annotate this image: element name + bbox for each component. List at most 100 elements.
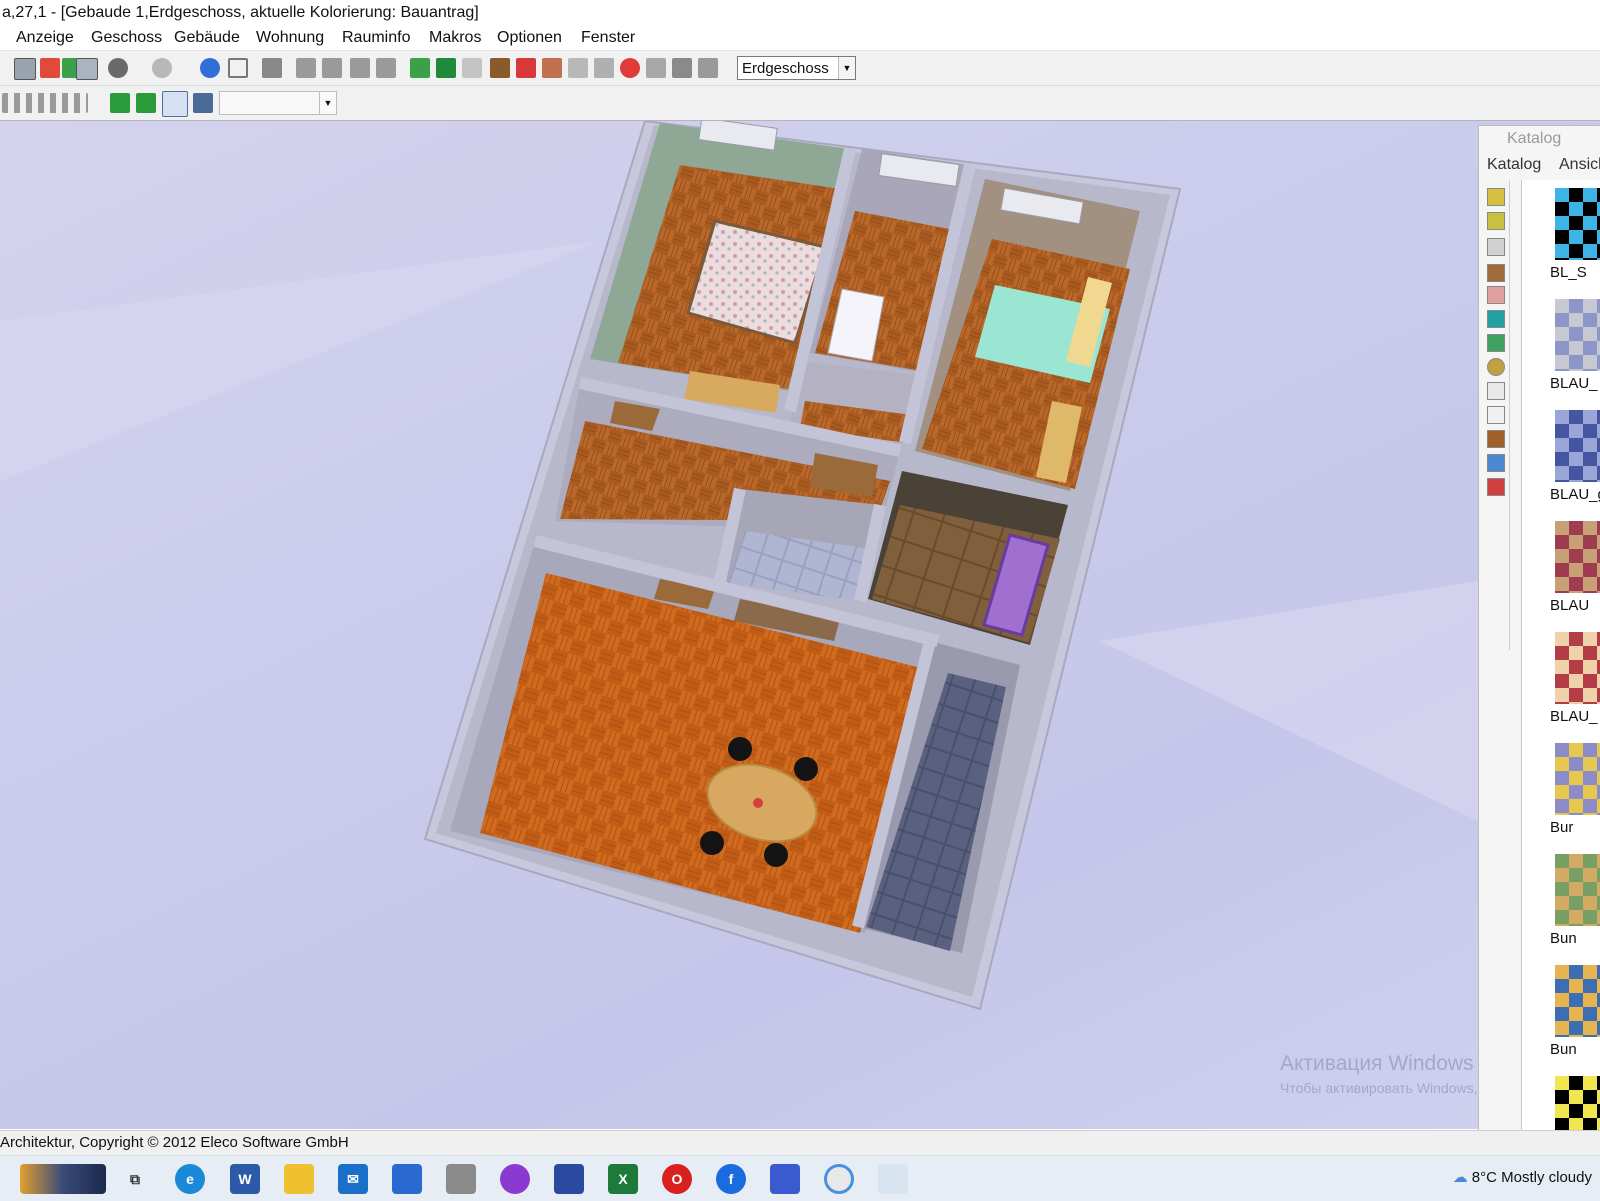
door-icon[interactable] — [490, 58, 510, 78]
edge-icon[interactable]: e — [175, 1164, 205, 1194]
door-icon[interactable] — [1487, 430, 1505, 448]
tor-icon[interactable] — [500, 1164, 530, 1194]
texture-tile[interactable] — [1555, 521, 1600, 593]
menu-gebaeude[interactable]: Gebäude — [174, 26, 240, 50]
wall-2-icon[interactable] — [350, 58, 370, 78]
windows-taskbar: ⧉ e W ✉ X O f ☁ 8°C Mostly cloudy — [0, 1155, 1600, 1201]
menu-rauminfo[interactable]: Rauminfo — [342, 26, 410, 50]
task-view-icon[interactable]: ⧉ — [120, 1164, 150, 1194]
slab-icon[interactable] — [594, 58, 614, 78]
excel-icon[interactable]: X — [608, 1164, 638, 1194]
wall-3-icon[interactable] — [376, 58, 396, 78]
window-icon[interactable] — [1487, 454, 1505, 472]
weather-widget[interactable]: ☁ 8°C Mostly cloudy — [1453, 1168, 1592, 1186]
terrain-icon[interactable] — [410, 58, 430, 78]
status-bar: Architektur, Copyright © 2012 Eleco Soft… — [0, 1130, 1600, 1155]
wall-hatch-icon[interactable] — [322, 58, 342, 78]
stairs-icon[interactable] — [462, 58, 482, 78]
texture-label: Bun — [1550, 1041, 1577, 1058]
menu-wohnung[interactable]: Wohnung — [256, 26, 324, 50]
menu-bar: Anzeige Geschoss Gebäude Wohnung Rauminf… — [0, 26, 1600, 51]
catalog-title: Katalog — [1507, 130, 1562, 147]
opera-icon[interactable]: O — [662, 1164, 692, 1194]
mail-icon[interactable]: ✉ — [338, 1164, 368, 1194]
floor-plan-3d[interactable] — [0, 121, 1600, 1129]
facebook-icon[interactable]: f — [716, 1164, 746, 1194]
zoom-icon[interactable] — [200, 58, 220, 78]
texture-label: BLAU_ — [1550, 708, 1598, 725]
beam-icon[interactable] — [542, 58, 562, 78]
chevron-down-icon[interactable]: ▼ — [838, 57, 855, 79]
store-icon[interactable] — [392, 1164, 422, 1194]
tab-ansicht[interactable]: Ansicl — [1559, 156, 1600, 174]
house-icon[interactable] — [40, 58, 60, 78]
level-down-icon[interactable] — [136, 93, 156, 113]
chair-icon[interactable] — [1487, 264, 1505, 282]
texture-tile[interactable] — [1555, 854, 1600, 926]
texture-label: BLAU — [1550, 597, 1590, 614]
plan-view-icon[interactable] — [14, 58, 36, 80]
floor-select-value: Erdgeschoss — [742, 60, 829, 77]
tool-icon[interactable] — [698, 58, 718, 78]
secondary-select[interactable]: ▼ — [219, 91, 337, 115]
chrome-icon[interactable] — [824, 1164, 854, 1194]
menu-fenster[interactable]: Fenster — [581, 26, 635, 50]
arcon-icon[interactable] — [770, 1164, 800, 1194]
category-icon[interactable] — [1487, 358, 1505, 376]
paint-icon[interactable] — [878, 1164, 908, 1194]
menu-geschoss[interactable]: Geschoss — [91, 26, 162, 50]
texture-tile[interactable] — [1555, 1076, 1600, 1132]
measure-icon[interactable] — [262, 58, 282, 78]
redo-icon[interactable] — [152, 58, 172, 78]
word-icon[interactable]: W — [230, 1164, 260, 1194]
calculator-icon[interactable] — [446, 1164, 476, 1194]
texture-tile[interactable] — [1555, 743, 1600, 815]
orbit-icon[interactable] — [162, 91, 188, 117]
weather-temp: 8°C — [1471, 1169, 1497, 1186]
texture-label: BL_S — [1550, 264, 1587, 281]
texture-tile[interactable] — [1555, 188, 1600, 260]
explorer-icon[interactable] — [284, 1164, 314, 1194]
category-icon[interactable] — [1487, 310, 1505, 328]
category-icon[interactable] — [1487, 478, 1505, 496]
texture-label: BLAU_g — [1550, 486, 1600, 503]
menu-optionen[interactable]: Optionen — [497, 26, 562, 50]
texture-label: BLAU_ — [1550, 375, 1598, 392]
tab-katalog[interactable]: Katalog — [1487, 156, 1541, 174]
wall-icon[interactable] — [296, 58, 316, 78]
navigation-icons[interactable] — [2, 93, 88, 113]
catalog-category-strip — [1483, 180, 1510, 650]
main-toolbar: Erdgeschoss ▼ — [0, 51, 1600, 86]
save-icon[interactable] — [554, 1164, 584, 1194]
chevron-down-icon[interactable]: ▼ — [319, 92, 336, 114]
roof-icon[interactable] — [436, 58, 456, 78]
grid-view-icon[interactable] — [76, 58, 98, 80]
category-icon[interactable] — [1487, 286, 1505, 304]
menu-makros[interactable]: Makros — [429, 26, 481, 50]
level-up-icon[interactable] — [110, 93, 130, 113]
object-icon[interactable] — [672, 58, 692, 78]
light-icon[interactable] — [620, 58, 640, 78]
window-tool-icon[interactable] — [516, 58, 536, 78]
texture-tile[interactable] — [1555, 410, 1600, 482]
floor-select[interactable]: Erdgeschoss ▼ — [737, 56, 856, 80]
category-icon[interactable] — [1487, 212, 1505, 230]
column-icon[interactable] — [568, 58, 588, 78]
filter-icon[interactable] — [1487, 238, 1505, 256]
category-icon[interactable] — [1487, 188, 1505, 206]
texture-tile[interactable] — [1555, 965, 1600, 1037]
zoom-fit-icon[interactable] — [228, 58, 248, 78]
search-widget[interactable] — [20, 1164, 106, 1194]
status-text: Architektur, Copyright © 2012 Eleco Soft… — [0, 1134, 349, 1151]
ramp-icon[interactable] — [646, 58, 666, 78]
undo-icon[interactable] — [108, 58, 128, 78]
3d-viewport[interactable] — [0, 121, 1600, 1129]
menu-anzeige[interactable]: Anzeige — [16, 26, 74, 50]
html-icon[interactable] — [1487, 382, 1505, 400]
texture-tile[interactable] — [1555, 632, 1600, 704]
catalog-texture-list: BL_S BLAU_ BLAU_g BLAU BLAU_ Bur Bun Bun — [1521, 180, 1600, 1132]
category-icon[interactable] — [1487, 334, 1505, 352]
texture-tile[interactable] — [1555, 299, 1600, 371]
o2c-icon[interactable] — [1487, 406, 1505, 424]
camera-icon[interactable] — [193, 93, 213, 113]
